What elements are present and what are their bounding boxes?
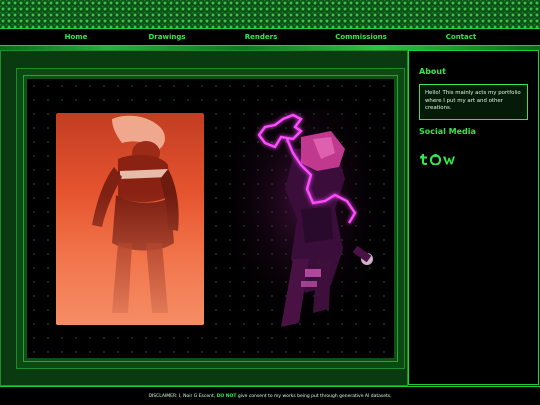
footer-disclaimer: DISCLAIMER: I, Noir G Escent, DO NOT giv… [0, 386, 540, 405]
nav-renders[interactable]: Renders [245, 33, 278, 41]
artwork-orange-render[interactable] [56, 113, 204, 325]
footer-text-before: DISCLAIMER: I, Noir G Escent, [148, 394, 216, 399]
artwork-neon-render[interactable] [235, 109, 385, 339]
nav-contact[interactable]: Contact [446, 33, 477, 41]
main-content-panel [0, 50, 408, 386]
toyhouse-icon[interactable] [429, 150, 442, 169]
header-pattern-band [0, 0, 540, 28]
sidebar: About Hello! This mainly acts my portfol… [408, 50, 539, 385]
nav-home[interactable]: Home [65, 33, 88, 41]
about-box: Hello! This mainly acts my portfolio whe… [419, 84, 528, 120]
twitter-icon[interactable] [443, 150, 455, 169]
social-media-heading: Social Media [419, 127, 476, 136]
artwork-orange-render-image [56, 115, 204, 325]
footer-text-after: give consent to my works being put throu… [237, 394, 392, 399]
artwork-neon-render-image [235, 109, 385, 339]
tumblr-icon[interactable] [419, 150, 428, 169]
about-heading: About [419, 67, 446, 76]
gallery-inner-frame [23, 75, 398, 362]
footer-warning: DO NOT [216, 394, 237, 399]
nav-drawings[interactable]: Drawings [148, 33, 185, 41]
main-nav: Home Drawings Renders Commissions Contac… [0, 28, 540, 46]
gallery-frame [16, 68, 405, 369]
nav-commissions[interactable]: Commissions [335, 33, 387, 41]
about-text: Hello! This mainly acts my portfolio whe… [425, 90, 521, 111]
gallery-canvas [27, 79, 394, 358]
